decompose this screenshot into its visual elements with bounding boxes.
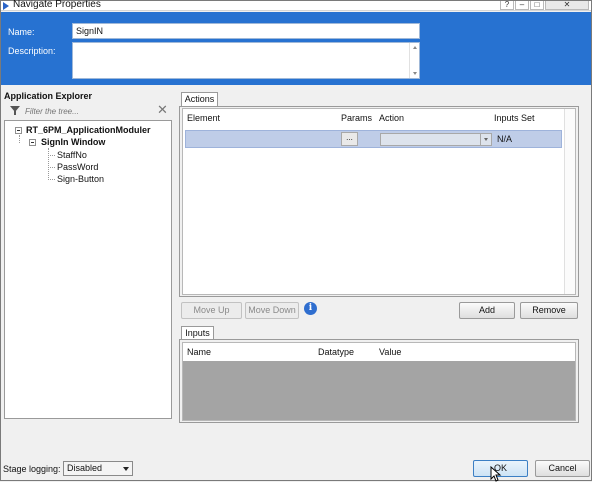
tree-connector (19, 135, 20, 143)
application-explorer-title: Application Explorer (4, 91, 93, 101)
remove-button[interactable]: Remove (520, 302, 578, 319)
description-field[interactable] (72, 42, 420, 79)
name-field[interactable]: SignIN (72, 23, 420, 39)
title-bar: Navigate Properties ? – □ ✕ (1, 0, 591, 11)
table-row[interactable]: ... N/A (185, 130, 562, 148)
column-header-params[interactable]: Params (341, 113, 372, 123)
tree-node-root[interactable]: RT_6PM_ApplicationModuler (26, 125, 151, 135)
tab-actions[interactable]: Actions (181, 92, 218, 107)
params-button[interactable]: ... (341, 132, 358, 146)
tree-connector (48, 148, 49, 180)
description-scrollbar[interactable] (409, 43, 419, 78)
tree-node-signin-window[interactable]: SignIn Window (41, 137, 105, 147)
help-button[interactable]: ? (500, 1, 514, 10)
tree-connector (48, 179, 55, 180)
move-down-button[interactable]: Move Down (245, 302, 299, 319)
move-up-button[interactable]: Move Up (181, 302, 242, 319)
tree-node-password[interactable]: PassWord (57, 162, 98, 172)
inputs-set-value: N/A (497, 134, 513, 144)
maximize-button[interactable]: □ (530, 1, 544, 10)
column-header-name[interactable]: Name (187, 347, 211, 357)
application-tree: RT_6PM_ApplicationModuler SignIn Window … (4, 120, 172, 419)
stage-logging-select[interactable]: Disabled (63, 461, 133, 476)
close-button[interactable]: ✕ (545, 1, 589, 10)
collapse-window-icon[interactable] (29, 139, 36, 146)
tree-connector (48, 167, 55, 168)
stage-logging-value: Disabled (67, 463, 103, 473)
column-header-datatype[interactable]: Datatype (318, 347, 354, 357)
tab-inputs[interactable]: Inputs (181, 326, 214, 340)
tree-connector (48, 155, 55, 156)
collapse-root-icon[interactable] (15, 127, 22, 134)
inputs-grid: Name Datatype Value (182, 342, 576, 421)
actions-scrollbar[interactable] (564, 109, 575, 294)
column-header-value[interactable]: Value (379, 347, 401, 357)
mouse-cursor-icon (490, 466, 502, 482)
stage-logging-label: Stage logging: (3, 464, 61, 474)
description-label: Description: (8, 46, 56, 56)
scroll-up-icon[interactable] (413, 46, 417, 49)
chevron-down-icon[interactable] (123, 467, 129, 471)
inputs-grid-empty-area (183, 361, 575, 420)
filter-tree-input[interactable] (24, 104, 154, 118)
minimize-button[interactable]: – (515, 1, 529, 10)
scroll-down-icon[interactable] (413, 72, 417, 75)
clear-filter-icon[interactable]: ✕ (157, 102, 168, 118)
tree-node-staffno[interactable]: StaffNo (57, 150, 87, 160)
column-header-action[interactable]: Action (379, 113, 404, 123)
filter-icon-stem (14, 111, 16, 115)
tree-node-sign-button[interactable]: Sign-Button (57, 174, 104, 184)
app-icon (3, 2, 9, 10)
add-button[interactable]: Add (459, 302, 515, 319)
chevron-down-icon[interactable] (480, 134, 491, 145)
column-header-element[interactable]: Element (187, 113, 220, 123)
info-icon[interactable]: i (304, 302, 317, 315)
tree-filter: ✕ (4, 102, 172, 118)
action-dropdown[interactable] (380, 133, 492, 146)
window-title: Navigate Properties (13, 0, 101, 10)
actions-grid: Element Params Action Inputs Set ... N/A (182, 108, 576, 295)
cancel-button[interactable]: Cancel (535, 460, 590, 477)
column-header-inputs-set[interactable]: Inputs Set (494, 113, 535, 123)
name-label: Name: (8, 27, 35, 37)
navigate-properties-dialog: Navigate Properties ? – □ ✕ Name: SignIN… (0, 0, 592, 482)
